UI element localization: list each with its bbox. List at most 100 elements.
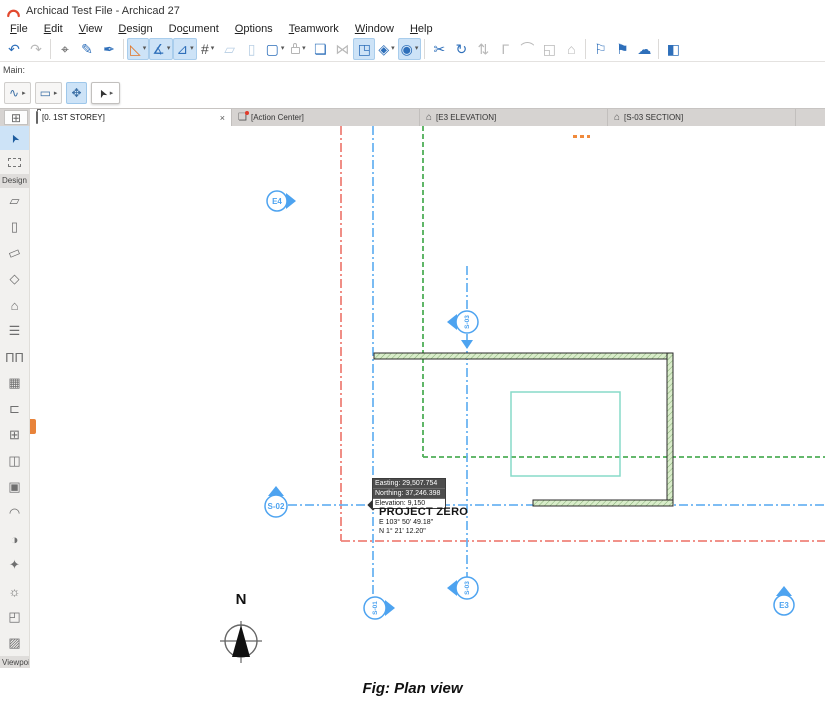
- pick-up-parameters-button[interactable]: ⌖: [54, 38, 76, 60]
- inject-parameters-button[interactable]: ✒: [98, 38, 120, 60]
- quad-view-button[interactable]: ⊞: [4, 110, 28, 125]
- orientation-button[interactable]: ◉▾: [398, 38, 422, 60]
- overlap-shapes-button[interactable]: ◧: [662, 38, 684, 60]
- dropdown-caret-icon[interactable]: ▾: [143, 45, 147, 52]
- resize-button[interactable]: ◱: [538, 38, 560, 60]
- dropdown-caret-icon[interactable]: ▾: [190, 45, 194, 52]
- fillet-button[interactable]: ⌒: [516, 38, 538, 60]
- railing-tool[interactable]: ΠΠ: [0, 344, 29, 370]
- trim-corner-button[interactable]: Γ: [494, 38, 516, 60]
- dropdown-caret-icon[interactable]: ▾: [211, 45, 215, 52]
- snap-points-button[interactable]: ⊿▾: [173, 38, 196, 60]
- elevate-button[interactable]: ⇅: [472, 38, 494, 60]
- elevation-marker-e4[interactable]: E4: [267, 191, 296, 211]
- marquee-options-button[interactable]: ▢▾: [263, 38, 288, 60]
- section-marker-s-03[interactable]: S-03: [447, 311, 478, 333]
- opening-tool[interactable]: ▣: [0, 474, 29, 500]
- mesh-tool[interactable]: ▨: [0, 630, 29, 656]
- morph-tool[interactable]: ◑: [0, 526, 29, 552]
- dropdown-caret-icon[interactable]: ▾: [391, 45, 395, 52]
- close-tab-icon[interactable]: ×: [212, 113, 225, 123]
- home-button[interactable]: ⌂: [560, 38, 582, 60]
- lamp-tool[interactable]: ☼: [0, 578, 29, 604]
- shell-tool[interactable]: ◠: [0, 500, 29, 526]
- marquee-icon: ▢: [266, 42, 279, 56]
- marquee-flyout-button[interactable]: ▭▸: [35, 82, 63, 104]
- flag-note-button[interactable]: ⚑: [611, 38, 633, 60]
- lock-button[interactable]: ▾: [287, 38, 309, 60]
- tab-0-1st-storey[interactable]: [0. 1ST STOREY]×: [30, 109, 232, 126]
- tab-bar: ⊞ [0. 1ST STOREY]×❏[Action Center]⌂[E3 E…: [0, 108, 825, 126]
- wall-tool[interactable]: ▱: [0, 188, 29, 214]
- reference-button[interactable]: ▯: [241, 38, 263, 60]
- section-marker-s-01[interactable]: S-01: [364, 597, 395, 619]
- zone-tool[interactable]: ◰: [0, 604, 29, 630]
- arrow-flyout-button[interactable]: ➤▸: [91, 82, 121, 104]
- column-tool[interactable]: ▯: [0, 214, 29, 240]
- arrow-tool[interactable]: ➤: [0, 126, 29, 150]
- door-tool[interactable]: ⊏: [0, 396, 29, 422]
- menu-design[interactable]: Design: [110, 22, 160, 36]
- grid-snap-button[interactable]: #▾: [197, 38, 219, 60]
- split-button[interactable]: ✂: [428, 38, 450, 60]
- menu-help[interactable]: Help: [402, 22, 441, 36]
- stair-tool[interactable]: ☰: [0, 318, 29, 344]
- tab-e3-elevation[interactable]: ⌂[E3 ELEVATION]: [420, 109, 608, 126]
- menu-view[interactable]: View: [71, 22, 111, 36]
- tab-s-03-section[interactable]: ⌂[S-03 SECTION]: [608, 109, 796, 126]
- window-tool[interactable]: ⊞: [0, 422, 29, 448]
- slab-tool[interactable]: ◇: [0, 266, 29, 292]
- beam-tool[interactable]: ▭: [0, 240, 29, 266]
- wall-top[interactable]: [374, 353, 673, 359]
- pan-button[interactable]: ✥: [66, 82, 86, 104]
- zone-rectangle[interactable]: [511, 392, 620, 476]
- menu-options[interactable]: Options: [227, 22, 281, 36]
- groups-button[interactable]: ❏: [309, 38, 331, 60]
- trace-button[interactable]: ▱: [219, 38, 241, 60]
- guide-lines-button[interactable]: ◺▾: [127, 38, 149, 60]
- project-zero-longitude: E 103° 50' 49.18": [379, 518, 468, 527]
- undo-button[interactable]: ↶: [3, 38, 25, 60]
- docked-palette-handle[interactable]: [30, 419, 36, 434]
- dropdown-caret-icon[interactable]: ▾: [281, 45, 285, 52]
- dropdown-caret-icon[interactable]: ▾: [415, 45, 419, 52]
- object-tool[interactable]: ✦: [0, 552, 29, 578]
- flyout-arrow-icon[interactable]: ▸: [110, 89, 114, 97]
- suspend-groups-button[interactable]: ◳: [353, 38, 375, 60]
- menu-window[interactable]: Window: [347, 22, 402, 36]
- magnet-button[interactable]: ⋈: [331, 38, 353, 60]
- marker-label: E3: [779, 601, 789, 610]
- wall-right[interactable]: [667, 353, 673, 506]
- skylight-tool[interactable]: ◫: [0, 448, 29, 474]
- elevation-marker-e3[interactable]: E3: [774, 586, 794, 615]
- menu-teamwork[interactable]: Teamwork: [281, 22, 347, 36]
- dropdown-caret-icon[interactable]: ▾: [167, 45, 171, 52]
- marquee-tool[interactable]: [0, 150, 29, 174]
- eyedropper-button[interactable]: ✎: [76, 38, 98, 60]
- flyout-arrow-icon[interactable]: ▸: [22, 89, 26, 97]
- section-marker-s-03[interactable]: S-03: [447, 577, 478, 599]
- curtain-wall-tool[interactable]: ▦: [0, 370, 29, 396]
- adjust-button[interactable]: ↻: [450, 38, 472, 60]
- roof-tool[interactable]: ⌂: [0, 292, 29, 318]
- figure-caption: Fig: Plan view: [0, 668, 825, 708]
- plan-canvas[interactable]: N E4S-03S-02S-01S-03E3 Easting: 29,507.7…: [30, 126, 825, 668]
- north-label: N: [236, 591, 247, 608]
- menu-file[interactable]: File: [2, 22, 36, 36]
- snap-guides-button[interactable]: ∡▾: [149, 38, 173, 60]
- flag-button[interactable]: ⚐: [589, 38, 611, 60]
- wall-bottom[interactable]: [533, 500, 673, 506]
- dropdown-caret-icon[interactable]: ▾: [302, 45, 306, 52]
- flyout-arrow-icon[interactable]: ▸: [54, 89, 58, 97]
- tab-action-center[interactable]: ❏[Action Center]: [232, 109, 420, 126]
- layers-button[interactable]: ◈▾: [375, 38, 397, 60]
- railing-icon: ΠΠ: [5, 350, 24, 365]
- cloud-button[interactable]: ☁: [633, 38, 655, 60]
- compass-icon: ◉: [401, 42, 413, 56]
- menu-document[interactable]: Document: [161, 22, 227, 36]
- section-marker-s-02[interactable]: S-02: [265, 486, 287, 517]
- menu-edit[interactable]: Edit: [36, 22, 71, 36]
- redo-button[interactable]: ↷: [25, 38, 47, 60]
- north-arrow[interactable]: N: [220, 591, 262, 663]
- polyline-flyout-button[interactable]: ∿▸: [4, 82, 31, 104]
